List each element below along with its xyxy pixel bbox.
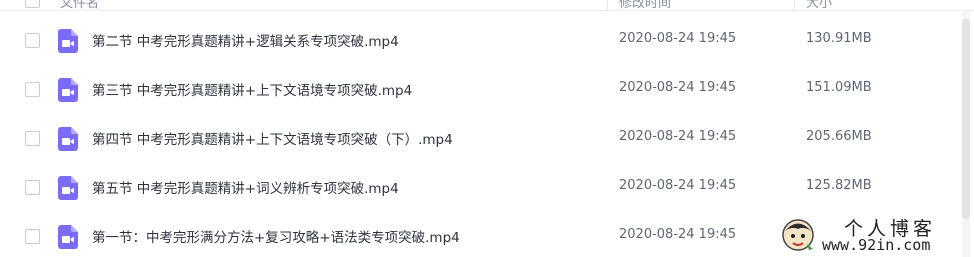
file-size: 151.09MB	[806, 80, 872, 95]
row-checkbox[interactable]	[25, 229, 40, 244]
file-name[interactable]: 第三节 中考完形真题精讲+上下文语境专项突破.mp4	[92, 79, 412, 99]
video-file-icon	[58, 78, 78, 102]
file-size: 125.82MB	[806, 178, 872, 193]
file-row[interactable]: 第二节 中考完形真题精讲+逻辑关系专项突破.mp4 2020-08-24 19:…	[0, 16, 960, 65]
video-file-icon	[58, 29, 78, 53]
video-file-icon	[58, 127, 78, 151]
file-modified-time: 2020-08-24 19:45	[619, 178, 737, 193]
video-file-icon	[58, 176, 78, 200]
file-size: 205.66MB	[806, 129, 872, 144]
column-header-size[interactable]: 大小	[806, 0, 832, 10]
file-size: 130.91MB	[806, 31, 872, 46]
row-checkbox[interactable]	[25, 131, 40, 146]
mascot-logo-icon	[782, 219, 814, 251]
file-name[interactable]: 第二节 中考完形真题精讲+逻辑关系专项突破.mp4	[92, 30, 399, 50]
column-header-time[interactable]: 修改时间	[619, 0, 671, 10]
select-all-checkbox[interactable]	[25, 0, 40, 8]
file-modified-time: 2020-08-24 19:45	[619, 227, 737, 242]
column-divider[interactable]	[607, 0, 608, 10]
file-row[interactable]: 第四节 中考完形真题精讲+上下文语境专项突破（下）.mp4 2020-08-24…	[0, 114, 960, 163]
file-modified-time: 2020-08-24 19:45	[619, 129, 737, 144]
row-checkbox[interactable]	[25, 180, 40, 195]
video-file-icon	[58, 225, 78, 249]
file-list-header: 文件名 修改时间 大小	[0, 0, 974, 11]
watermark-url: www.92in.com	[822, 236, 931, 254]
file-row[interactable]: 第三节 中考完形真题精讲+上下文语境专项突破.mp4 2020-08-24 19…	[0, 65, 960, 114]
blog-watermark: 个人博客 www.92in.com	[772, 211, 972, 257]
file-modified-time: 2020-08-24 19:45	[619, 31, 737, 46]
file-modified-time: 2020-08-24 19:45	[619, 80, 737, 95]
column-divider[interactable]	[794, 0, 795, 10]
row-checkbox[interactable]	[25, 82, 40, 97]
scrollbar-thumb[interactable]	[962, 19, 970, 219]
file-row[interactable]: 第五节 中考完形真题精讲+词义辨析专项突破.mp4 2020-08-24 19:…	[0, 163, 960, 212]
file-name[interactable]: 第五节 中考完形真题精讲+词义辨析专项突破.mp4	[92, 177, 399, 197]
row-checkbox[interactable]	[25, 33, 40, 48]
column-header-name[interactable]: 文件名	[60, 0, 99, 10]
file-name[interactable]: 第一节：中考完形满分方法+复习攻略+语法类专项突破.mp4	[92, 226, 460, 246]
file-name[interactable]: 第四节 中考完形真题精讲+上下文语境专项突破（下）.mp4	[92, 128, 453, 148]
